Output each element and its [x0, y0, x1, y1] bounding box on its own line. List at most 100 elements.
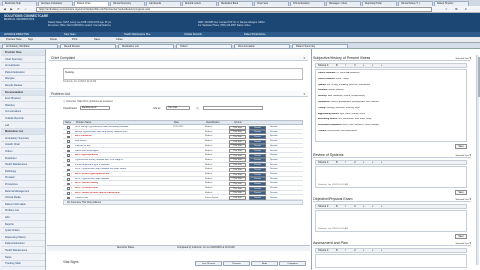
- row-checkbox[interactable]: [67, 173, 70, 176]
- editor-tool[interactable]: I: [345, 206, 346, 208]
- editor-tool[interactable]: 9: [327, 206, 328, 208]
- sub-tab[interactable]: Patient Summary: [292, 44, 348, 49]
- sidebar-item[interactable]: Dispensing History: [1, 235, 45, 241]
- problem-name[interactable]: Depression: [75, 140, 145, 142]
- alert-item[interactable]: Patient Portal Active: [244, 33, 265, 36]
- problem-name[interactable]: Fracture of arm: [75, 145, 145, 147]
- sidebar-item[interactable]: Patient Education: [1, 241, 45, 248]
- sidebar-item[interactable]: Patient Education: [1, 70, 45, 76]
- editor-tool[interactable]: ≡: [372, 250, 373, 252]
- footer-text[interactable]: All: Announce This Visit problems: [67, 202, 101, 204]
- resolve-link[interactable]: Resolve: [270, 140, 278, 142]
- assessment-editor[interactable]: [315, 254, 467, 268]
- alert-item[interactable]: Care Team: [64, 33, 76, 36]
- vitals-tab[interactable]: Previous: [223, 261, 250, 266]
- editor-tool[interactable]: Tahoma: [318, 206, 326, 208]
- problem-name[interactable]: Insulin dependent type II diabetes: [75, 164, 145, 166]
- resolve-link[interactable]: Resolve: [270, 145, 278, 147]
- editor-tool[interactable]: I: [345, 65, 346, 67]
- problem-name[interactable]: Hypertensive kidney disease with CKD sta…: [75, 159, 145, 161]
- editor-tool[interactable]: Tahoma: [318, 162, 326, 164]
- ros-save-button[interactable]: Save: [455, 190, 467, 195]
- resolve-link[interactable]: Resolve: [270, 150, 278, 152]
- classification-select[interactable]: Medical and P: [80, 106, 110, 110]
- editor-tool[interactable]: U: [354, 162, 356, 164]
- resolve-link[interactable]: Resolve: [270, 131, 278, 133]
- resolve-link[interactable]: Resolve: [270, 192, 278, 194]
- sidebar-item[interactable]: Referral Management: [1, 189, 45, 195]
- sidebar-item[interactable]: Lab: [1, 123, 45, 129]
- editor-tool[interactable]: ≡: [363, 162, 364, 164]
- row-checkbox[interactable]: [67, 135, 70, 139]
- sidebar-item[interactable]: Results Review: [1, 83, 45, 89]
- editor-tool[interactable]: Tahoma: [318, 250, 326, 252]
- resolve-link[interactable]: Resolve: [270, 182, 278, 184]
- problem-name[interactable]: INCC: Pressure ulcer: [75, 187, 145, 189]
- resolve-link[interactable]: Resolve: [270, 159, 278, 161]
- row-checkbox[interactable]: [67, 187, 70, 190]
- toolbar-preview-note[interactable]: Preview Note: [6, 38, 21, 41]
- sub-tab[interactable]: Documentation: [234, 44, 290, 49]
- problem-name[interactable]: INCC: Mixed hyperlipidemia Ins: [75, 173, 145, 175]
- editor-tool[interactable]: U: [354, 65, 356, 67]
- row-checkbox[interactable]: [67, 140, 70, 143]
- sidebar-item[interactable]: Add: [1, 215, 45, 221]
- sidebar-item[interactable]: Growth Chart: [1, 142, 45, 149]
- sidebar-item[interactable]: Quick Orders: [1, 228, 45, 235]
- problem-name[interactable]: INCC Dementia: [75, 135, 145, 137]
- sidebar-item[interactable]: Allergies: [1, 76, 45, 83]
- sidebar-item[interactable]: Tracking Shell: [1, 261, 45, 268]
- editor-tool[interactable]: ≡: [363, 65, 364, 67]
- sidebar-item[interactable]: Pathology: [1, 169, 45, 175]
- right-scrollbar[interactable]: [476, 55, 480, 265]
- sidebar-item[interactable]: Health Maintenance: [1, 162, 45, 169]
- settings-icon[interactable]: ⚙: [455, 7, 458, 11]
- editor-tool[interactable]: B: [336, 162, 338, 164]
- add-as-select[interactable]: This Visit: [166, 106, 190, 110]
- problem-name[interactable]: NOS: Hypertensive heart disease w/o hear…: [75, 168, 145, 170]
- collapse-icon[interactable]: ▾: [303, 55, 305, 61]
- problem-name[interactable]: INCC: Morbid obesity: [75, 182, 145, 184]
- problem-name[interactable]: NOS: Hypertensive heart disease: [75, 178, 145, 180]
- column-header[interactable]: Classification: [206, 122, 220, 124]
- left-arrow-icon[interactable]: ◀: [2, 7, 7, 12]
- row-checkbox[interactable]: [67, 130, 70, 134]
- star-icon[interactable]: ☆: [445, 7, 448, 11]
- chief-complaint-field[interactable]: [63, 68, 303, 80]
- editor-tool[interactable]: ≡: [363, 250, 364, 252]
- editor-tool[interactable]: ≡: [381, 206, 382, 208]
- column-header[interactable]: Actions: [234, 122, 242, 124]
- row-checkbox[interactable]: [67, 192, 70, 195]
- row-checkbox[interactable]: [67, 159, 70, 162]
- sidebar-item[interactable]: Flowsheet: [1, 156, 45, 162]
- sidebar-item[interactable]: Histories: [1, 103, 45, 109]
- sub-tab[interactable]: Medication List: [118, 44, 174, 49]
- problem-search-input[interactable]: [203, 106, 263, 110]
- sub-tab[interactable]: Ambulatory Workflow: [2, 44, 58, 49]
- vitals-tab[interactable]: Meds: [251, 261, 278, 266]
- resolve-link[interactable]: Resolve: [270, 154, 278, 156]
- resolve-link[interactable]: Resolve: [270, 126, 278, 128]
- sidebar-item[interactable]: Problem List: [1, 208, 45, 215]
- sidebar-item[interactable]: Patient Information: [1, 202, 45, 208]
- resolve-link[interactable]: Resolve: [270, 178, 278, 180]
- sidebar-item[interactable]: Provider View: [1, 50, 45, 56]
- column-header[interactable]: Problem Name: [76, 122, 91, 124]
- editor-tool[interactable]: I: [345, 250, 346, 252]
- sub-tab[interactable]: Orders: [176, 44, 232, 49]
- column-header[interactable]: Name: [65, 122, 71, 124]
- alert-item[interactable]: ADVANCE DIRECTIVE: [4, 33, 29, 36]
- row-checkbox[interactable]: [67, 182, 70, 186]
- resolve-link[interactable]: Resolve: [270, 135, 278, 137]
- row-checkbox[interactable]: [67, 126, 70, 129]
- resolve-link[interactable]: Resolve: [270, 173, 278, 175]
- row-checkbox[interactable]: [67, 145, 70, 148]
- editor-tool[interactable]: 9: [327, 162, 328, 164]
- toolbar-close[interactable]: Close: [116, 38, 123, 41]
- search-icon[interactable]: 🔍: [196, 107, 199, 110]
- problem-name[interactable]: INCC: Severe protein calorie malnutritio…: [75, 192, 145, 194]
- collapse-icon[interactable]: ▾: [303, 91, 305, 97]
- sidebar-item[interactable]: Health Maintenance: [1, 248, 45, 254]
- objective-save-button[interactable]: Save: [455, 234, 467, 239]
- sidebar-item[interactable]: Clinical Media: [1, 195, 45, 202]
